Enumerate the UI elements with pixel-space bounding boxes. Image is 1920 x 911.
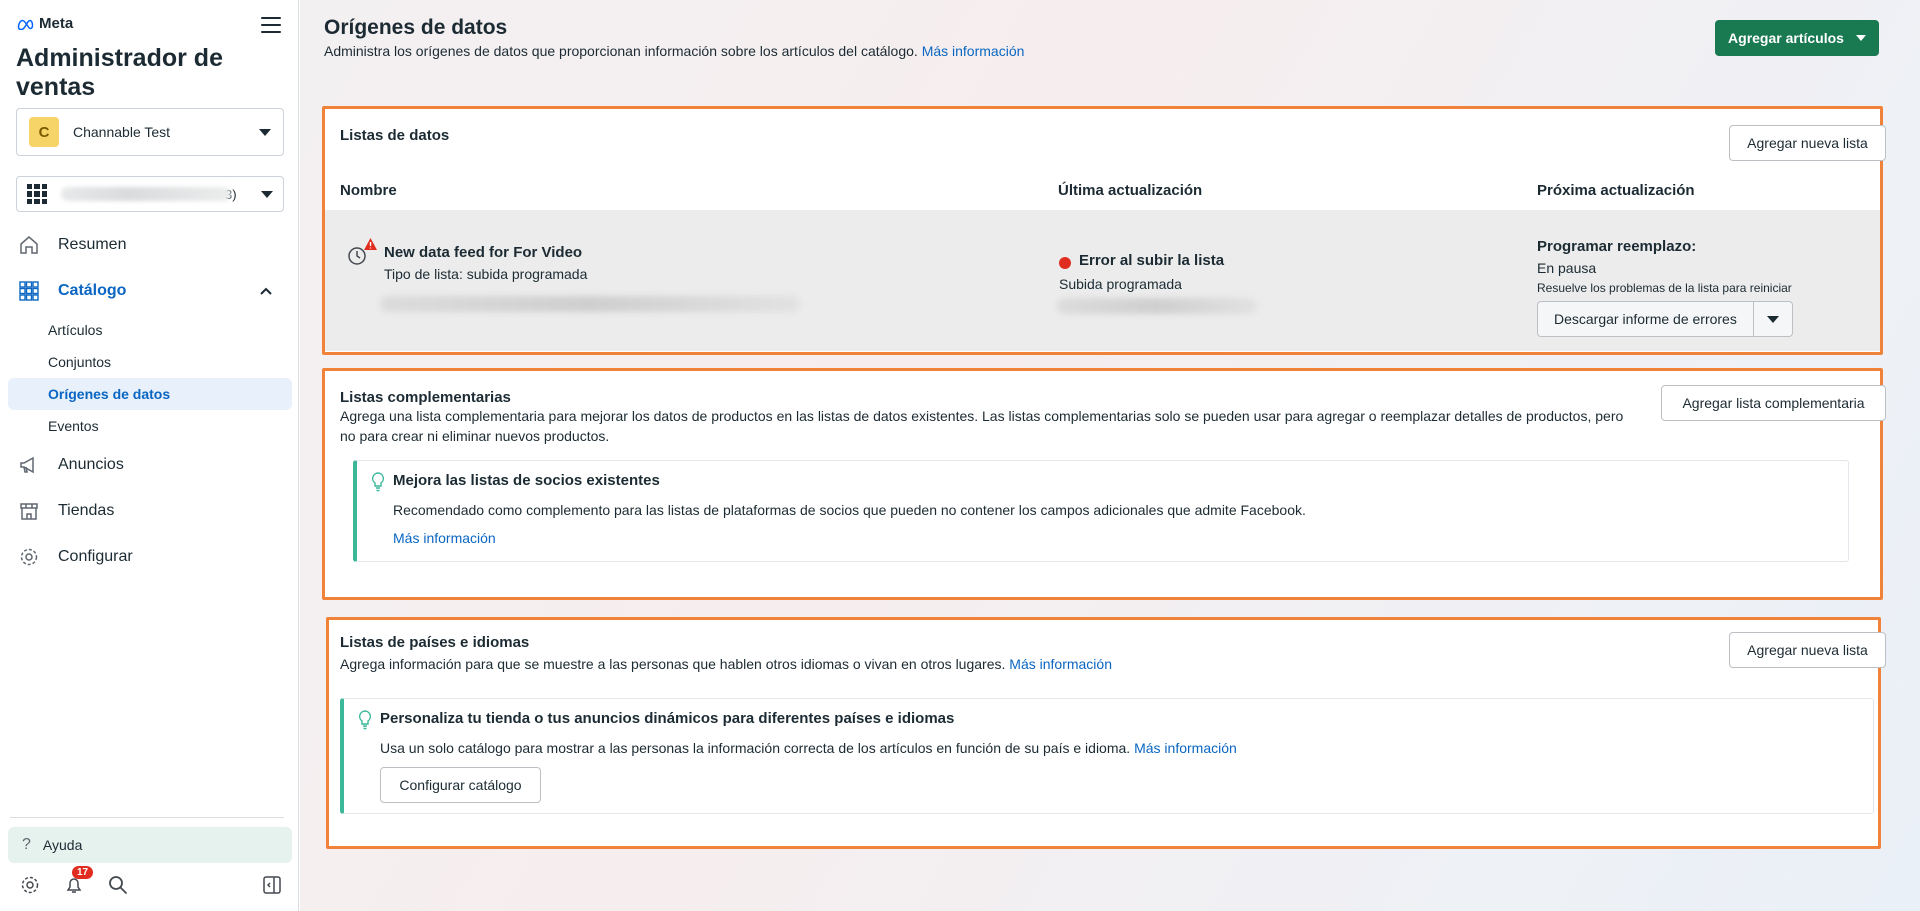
sidebar-item-stores[interactable]: Tiendas [8, 488, 292, 534]
supplementary-lists-title: Listas complementarias [340, 389, 511, 406]
question-icon: ? [22, 836, 31, 853]
sidebar: Meta Administrador de ventas C Channable… [0, 0, 299, 911]
download-report-split-button: Descargar informe de errores [1537, 301, 1793, 337]
sidebar-item-label: Catálogo [58, 282, 127, 299]
add-new-list-button[interactable]: Agregar nueva lista [1729, 125, 1886, 161]
sidebar-item-label: Anuncios [58, 456, 124, 473]
download-error-report-button[interactable]: Descargar informe de errores [1538, 302, 1754, 336]
settings-gear-icon[interactable] [18, 873, 42, 897]
lightbulb-icon [371, 472, 385, 492]
country-language-more-info-link[interactable]: Más información [1009, 656, 1112, 672]
supplementary-tip: Mejora las listas de socios existentes R… [353, 460, 1849, 562]
country-language-description: Agrega información para que se muestre a… [340, 654, 1112, 674]
chevron-down-icon [1855, 35, 1866, 41]
catalog-name-redacted [61, 187, 231, 201]
supplementary-tip-text: Recomendado como complemento para las li… [393, 502, 1306, 518]
more-info-link[interactable]: Más información [922, 43, 1025, 59]
main-content: Orígenes de datos Administra los orígene… [300, 0, 1920, 911]
page-title: Orígenes de datos [324, 16, 508, 39]
page-description: Administra los orígenes de datos que pro… [324, 43, 1024, 59]
app-title: Administrador de ventas [16, 44, 223, 101]
sidebar-item-label: Resumen [58, 236, 127, 253]
upload-status: Error al subir la lista [1079, 252, 1225, 269]
catalog-grid-icon [27, 184, 47, 204]
supplementary-lists-card: Listas complementarias Agrega una lista … [322, 368, 1886, 600]
megaphone-icon [18, 454, 40, 476]
home-icon [18, 234, 40, 256]
sidebar-item-settings[interactable]: Configurar [8, 534, 292, 580]
next-update-state: En pausa [1537, 260, 1597, 276]
sidebar-subitem-articles[interactable]: Artículos [8, 314, 292, 346]
next-update-hint: Resuelve los problemas de la lista para … [1537, 281, 1792, 295]
column-header-last-update: Última actualización [1058, 182, 1203, 199]
account-selector[interactable]: C Channable Test [16, 108, 284, 156]
store-icon [18, 500, 40, 522]
catalog-grid-icon [18, 280, 40, 302]
country-language-description-text: Agrega información para que se muestre a… [340, 656, 1006, 672]
country-language-lists-card: Listas de países e idiomas Agrega inform… [326, 617, 1886, 849]
chevron-down-icon [261, 190, 273, 198]
help-label: Ayuda [42, 837, 83, 853]
table-row[interactable]: New data feed for For Video Tipo de list… [325, 210, 1880, 351]
country-language-tip: Personaliza tu tienda o tus anuncios din… [340, 698, 1874, 814]
feed-url-redacted [380, 296, 800, 312]
next-update-heading: Programar reemplazo: [1537, 238, 1697, 255]
chevron-down-icon [1766, 315, 1779, 323]
sidebar-subitem-events[interactable]: Eventos [8, 410, 292, 442]
sidebar-subitem-sets[interactable]: Conjuntos [8, 346, 292, 378]
sidebar-item-label: Configurar [58, 548, 133, 565]
search-icon[interactable] [106, 873, 130, 897]
menu-toggle-icon[interactable] [261, 17, 281, 33]
column-header-next-update: Próxima actualización [1537, 182, 1695, 199]
panel-toggle-icon[interactable] [260, 873, 284, 897]
help-button[interactable]: ? Ayuda [8, 827, 292, 863]
add-articles-label: Agregar artículos [1728, 30, 1844, 46]
meta-logo[interactable]: Meta [16, 15, 73, 32]
catalog-selector[interactable]: 3) [16, 176, 284, 212]
sidebar-footer: 17 [18, 866, 284, 898]
supplementary-description: Agrega una lista complementaria para mej… [340, 408, 1624, 444]
account-avatar: C [29, 117, 59, 147]
upload-status-sub: Subida programada [1059, 276, 1182, 292]
country-language-title: Listas de países e idiomas [340, 634, 530, 651]
sidebar-item-summary[interactable]: Resumen [8, 222, 292, 268]
chevron-down-icon [259, 128, 271, 136]
supplementary-tip-title: Mejora las listas de socios existentes [393, 472, 660, 489]
column-header-name: Nombre [340, 182, 397, 199]
sidebar-item-ads[interactable]: Anuncios [8, 442, 292, 488]
download-options-button[interactable] [1754, 302, 1792, 336]
gear-icon [18, 546, 40, 568]
chevron-up-icon [260, 282, 272, 300]
sidebar-item-catalog[interactable]: Catálogo [8, 268, 292, 314]
notification-badge: 17 [72, 866, 94, 879]
lightbulb-icon [358, 710, 372, 730]
supplementary-more-info-link[interactable]: Más información [393, 530, 496, 546]
sidebar-item-label: Tiendas [58, 502, 115, 519]
add-supplementary-list-button[interactable]: Agregar lista complementaria [1661, 385, 1886, 421]
configure-catalog-button[interactable]: Configurar catálogo [380, 767, 541, 803]
country-language-tip-text: Usa un solo catálogo para mostrar a las … [380, 740, 1131, 756]
warning-icon [364, 238, 377, 250]
country-language-tip-text-row: Usa un solo catálogo para mostrar a las … [380, 740, 1237, 756]
data-lists-title: Listas de datos [340, 127, 450, 144]
meta-infinity-icon [17, 19, 34, 30]
feed-name[interactable]: New data feed for For Video [384, 244, 582, 261]
meta-brand-text: Meta [39, 15, 74, 32]
country-language-tip-title: Personaliza tu tienda o tus anuncios din… [380, 710, 955, 727]
country-language-tip-link[interactable]: Más información [1134, 740, 1237, 756]
error-status-dot [1059, 257, 1071, 269]
feed-type: Tipo de lista: subida programada [384, 266, 588, 282]
last-update-redacted [1057, 298, 1257, 314]
add-articles-button[interactable]: Agregar artículos [1715, 20, 1879, 56]
data-lists-card: Listas de datos Agregar nueva lista Nomb… [322, 106, 1886, 355]
account-name: Channable Test [73, 124, 171, 140]
page-description-text: Administra los orígenes de datos que pro… [324, 43, 918, 59]
add-country-language-list-button[interactable]: Agregar nueva lista [1729, 632, 1886, 668]
bell-icon[interactable]: 17 [62, 866, 94, 897]
sidebar-nav: Resumen Catálogo Artículos Conjuntos Orí… [8, 222, 292, 580]
sidebar-subitem-data-sources[interactable]: Orígenes de datos [8, 378, 292, 410]
sidebar-divider [10, 817, 284, 818]
